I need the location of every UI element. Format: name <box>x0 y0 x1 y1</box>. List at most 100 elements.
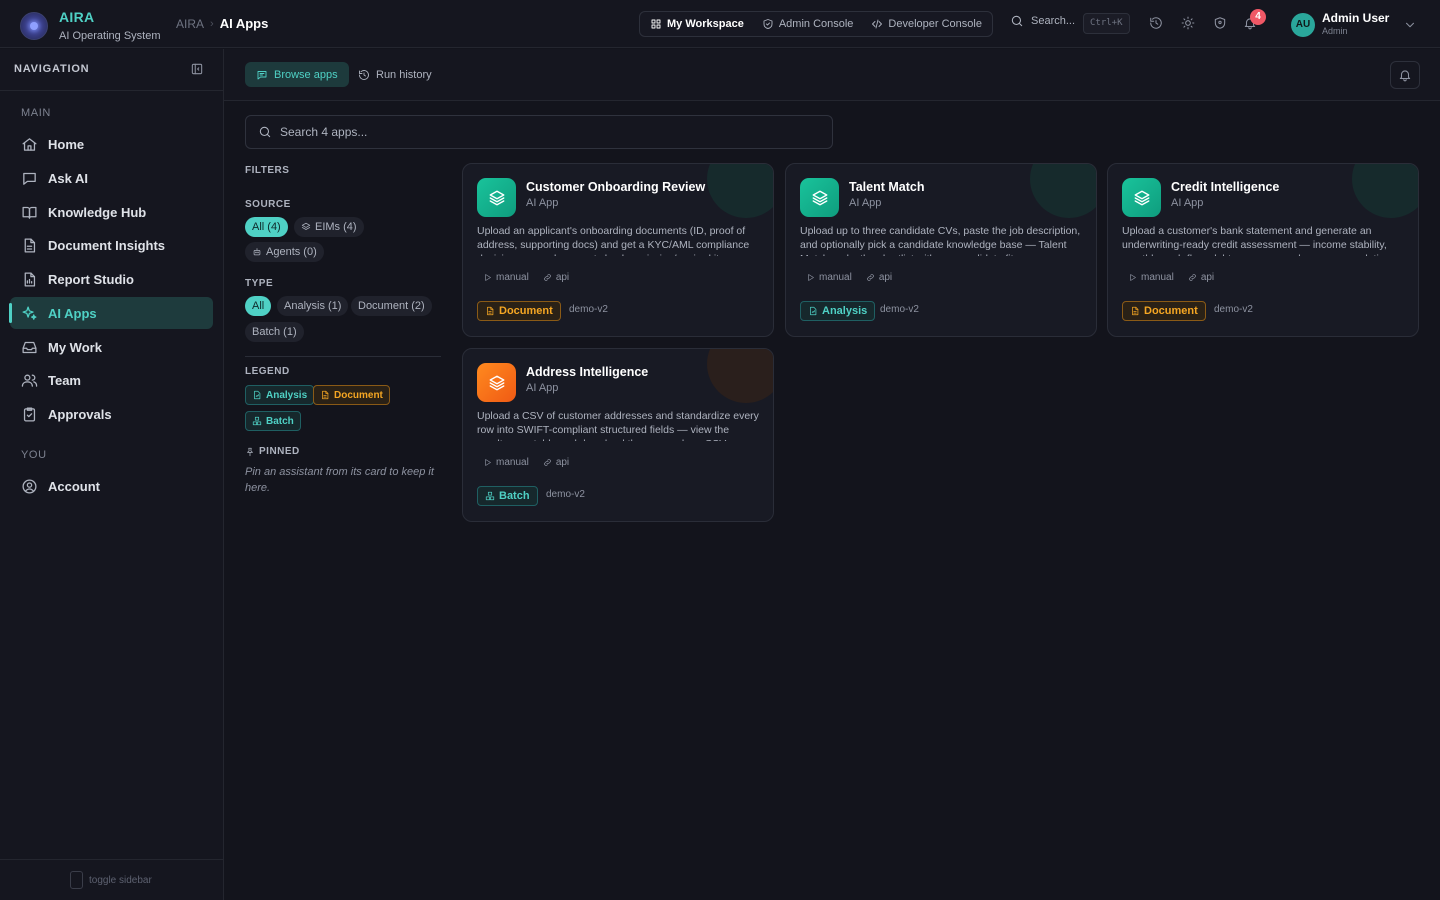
sidebar: NAVIGATION MAIN Home Ask AI Knowledge Hu… <box>0 49 224 900</box>
play-icon <box>485 459 491 466</box>
app-type-tag: Document <box>477 301 561 321</box>
card-decoration <box>1352 164 1418 218</box>
legend-label-text: Batch <box>266 415 294 427</box>
layers-icon <box>812 190 827 205</box>
filter-source-agents[interactable]: Agents (0) <box>245 242 324 262</box>
brand-name: AIRA <box>59 9 95 25</box>
app-type-label: Document <box>1144 305 1198 317</box>
trigger-api: api <box>543 457 569 468</box>
user-circle-icon <box>22 478 37 494</box>
app-icon <box>800 178 839 217</box>
workspace-tab-my-workspace[interactable]: My Workspace <box>650 18 744 30</box>
filter-source-eims[interactable]: EIMs (4) <box>294 217 364 237</box>
history-icon[interactable] <box>1149 16 1163 30</box>
toggle-sidebar-hint[interactable]: toggle sidebar <box>70 871 152 889</box>
app-description: Upload a CSV of customer addresses and s… <box>477 410 759 441</box>
app-kind: AI App <box>849 197 882 209</box>
sidebar-item-ask-ai[interactable]: Ask AI <box>10 162 213 194</box>
sidebar-item-home[interactable]: Home <box>10 128 213 160</box>
analysis-icon <box>810 306 817 316</box>
chip-label: All <box>252 300 265 312</box>
app-kind: AI App <box>526 197 559 209</box>
legend-document: Document <box>313 385 390 405</box>
security-shield-icon[interactable] <box>1213 16 1227 30</box>
code-icon <box>872 19 883 29</box>
document-icon <box>322 390 329 400</box>
filters-title: FILTERS <box>245 165 290 176</box>
link-icon <box>867 274 874 281</box>
bot-icon <box>253 248 261 256</box>
workspace-tab-admin-console[interactable]: Admin Console <box>762 18 853 30</box>
sidebar-item-account[interactable]: Account <box>10 470 213 502</box>
breadcrumb-root[interactable]: AIRA <box>176 17 204 31</box>
avatar: AU <box>1291 12 1315 37</box>
notification-count-badge: 4 <box>1250 9 1266 25</box>
sidebar-item-label: Knowledge Hub <box>48 204 147 220</box>
app-card-credit-intelligence[interactable]: Credit Intelligence AI App Upload a cust… <box>1107 163 1419 337</box>
document-icon <box>1132 306 1139 316</box>
link-icon <box>544 459 551 466</box>
app-kind: AI App <box>526 382 559 394</box>
breadcrumb-current: AI Apps <box>219 16 269 31</box>
grid-icon <box>651 19 661 29</box>
sidebar-item-knowledge-hub[interactable]: Knowledge Hub <box>10 196 213 228</box>
legend-batch: Batch <box>245 411 301 431</box>
sidebar-item-report-studio[interactable]: Report Studio <box>10 263 213 295</box>
sidebar-item-label: Report Studio <box>48 271 134 287</box>
sidebar-collapse-button[interactable] <box>190 62 204 76</box>
filter-source-all[interactable]: All (4) <box>245 217 288 237</box>
workspace-tab-developer-console[interactable]: Developer Console <box>871 18 982 30</box>
book-icon <box>22 206 37 219</box>
sidebar-item-label: Ask AI <box>48 170 88 186</box>
trigger-manual: manual <box>806 272 852 283</box>
layers-icon <box>489 375 504 390</box>
analysis-icon <box>254 390 261 400</box>
card-decoration <box>707 349 773 403</box>
app-title: Talent Match <box>849 180 925 194</box>
toggle-sidebar-label: toggle sidebar <box>89 874 152 886</box>
user-name: Admin User <box>1322 11 1390 25</box>
app-title: Credit Intelligence <box>1171 180 1280 194</box>
tab-run-history[interactable]: Run history <box>347 62 443 87</box>
layers-icon <box>1134 190 1149 205</box>
chip-label: EIMs (4) <box>315 221 357 233</box>
search-icon <box>259 126 271 138</box>
subscribe-bell-button[interactable] <box>1390 61 1420 89</box>
app-card-address-intelligence[interactable]: Address Intelligence AI App Upload a CSV… <box>462 348 774 522</box>
tab-browse-apps[interactable]: Browse apps <box>245 62 349 87</box>
brand[interactable]: AIRA AI Operating System <box>20 9 161 43</box>
sidebar-item-ai-apps[interactable]: AI Apps <box>9 297 213 329</box>
sub-bar: Browse apps Run history <box>224 49 1440 101</box>
user-menu[interactable]: AU Admin User Admin <box>1291 12 1417 37</box>
filter-type-analysis[interactable]: Analysis (1) <box>277 296 349 316</box>
trigger-label: api <box>555 272 570 283</box>
card-decoration <box>707 164 773 218</box>
trigger-api: api <box>543 272 569 283</box>
user-text: Admin User Admin <box>1322 12 1389 37</box>
pin-icon <box>247 447 253 456</box>
app-card-customer-onboarding-review[interactable]: Customer Onboarding Review AI App Upload… <box>462 163 774 337</box>
sidebar-item-approvals[interactable]: Approvals <box>10 398 213 430</box>
document-icon <box>24 237 36 253</box>
global-search[interactable]: Search... <box>1010 14 1075 28</box>
sidebar-item-my-work[interactable]: My Work <box>10 331 213 363</box>
filter-type-document[interactable]: Document (2) <box>351 296 432 316</box>
filter-type-batch[interactable]: Batch (1) <box>245 322 304 342</box>
legend-label: LEGEND <box>245 366 290 377</box>
app-card-talent-match[interactable]: Talent Match AI App Upload up to three c… <box>785 163 1097 337</box>
app-triggers: manual api <box>483 272 569 283</box>
search-icon <box>1011 15 1023 27</box>
top-bar: AIRA AI Operating System AIRA › AI Apps … <box>0 0 1440 48</box>
sidebar-item-label: Approvals <box>48 406 112 422</box>
link-icon <box>1189 274 1196 281</box>
chip-label: Batch (1) <box>252 326 297 338</box>
sidebar-item-team[interactable]: Team <box>10 364 213 396</box>
trigger-label: api <box>878 272 893 283</box>
filter-type-all[interactable]: All <box>245 296 272 316</box>
sidebar-item-document-insights[interactable]: Document Insights <box>10 229 213 261</box>
theme-sun-icon[interactable] <box>1181 16 1195 30</box>
pinned-label-text: PINNED <box>259 446 300 457</box>
chat-icon <box>23 172 36 185</box>
app-type-label: Document <box>499 305 553 317</box>
app-search-input[interactable] <box>280 125 800 139</box>
